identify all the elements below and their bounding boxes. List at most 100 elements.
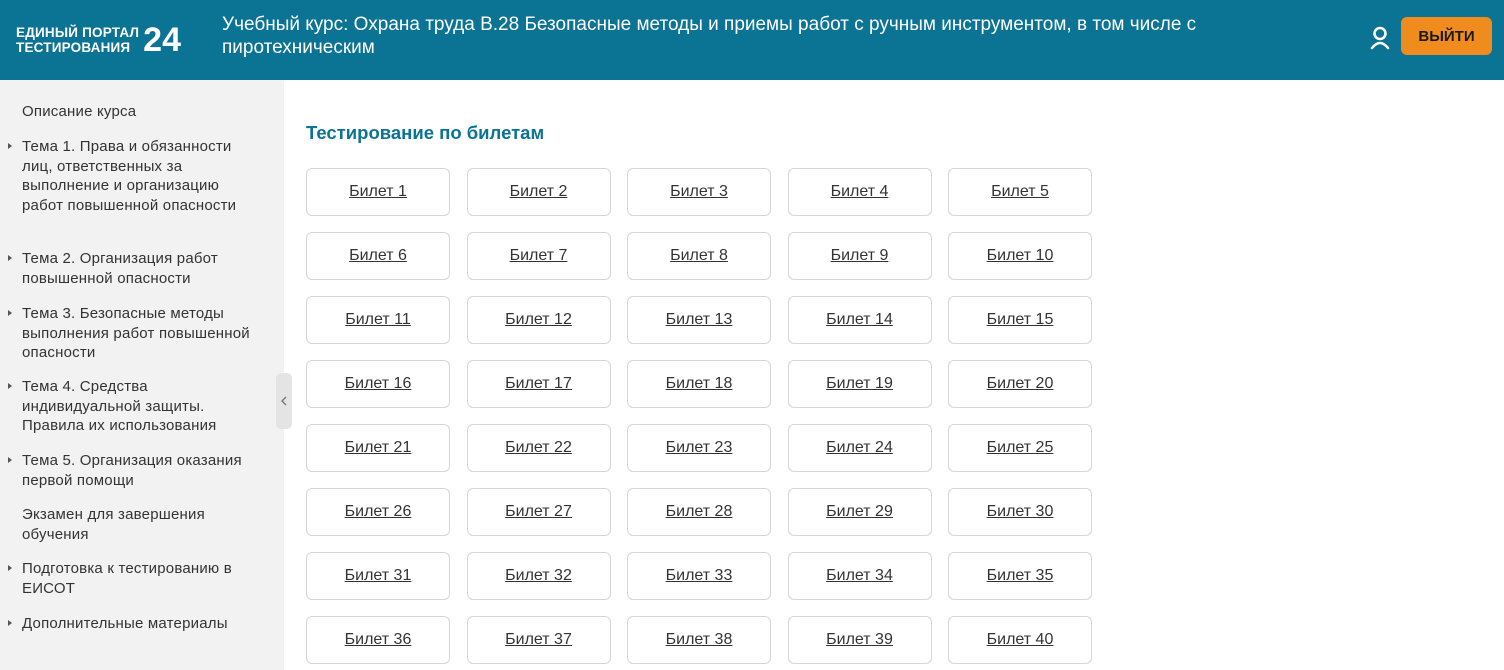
ticket-button[interactable]: Билет 8: [627, 232, 771, 280]
ticket-link[interactable]: Билет 39: [826, 631, 893, 649]
sidebar-item-label: Тема 4. Средства индивидуальной защиты. …: [22, 378, 217, 434]
ticket-button[interactable]: Билет 29: [787, 488, 932, 536]
sidebar-item[interactable]: Описание курса: [0, 102, 272, 122]
ticket-link[interactable]: Билет 8: [670, 247, 728, 265]
ticket-button[interactable]: Билет 33: [627, 552, 771, 600]
ticket-button[interactable]: Билет 6: [306, 232, 450, 280]
portal-logo[interactable]: ЕДИНЫЙ ПОРТАЛ ТЕСТИРОВАНИЯ 24: [16, 20, 181, 60]
ticket-link[interactable]: Билет 27: [505, 503, 572, 521]
sidebar-item[interactable]: Тема 5. Организация оказания первой помо…: [0, 451, 272, 490]
ticket-button[interactable]: Билет 38: [627, 616, 771, 664]
ticket-link[interactable]: Билет 31: [345, 567, 412, 585]
sidebar-collapse-handle[interactable]: [276, 373, 292, 429]
sidebar-item[interactable]: Экзамен для завершения обучения: [0, 505, 272, 544]
ticket-button[interactable]: Билет 22: [466, 424, 611, 472]
ticket-button[interactable]: Билет 5: [948, 168, 1092, 216]
ticket-button[interactable]: Билет 19: [787, 360, 932, 408]
ticket-button[interactable]: Билет 24: [787, 424, 932, 472]
ticket-link[interactable]: Билет 14: [826, 311, 893, 329]
ticket-link[interactable]: Билет 2: [510, 183, 568, 201]
ticket-button[interactable]: Билет 3: [627, 168, 771, 216]
ticket-link[interactable]: Билет 21: [345, 439, 412, 457]
ticket-link[interactable]: Билет 10: [987, 247, 1054, 265]
ticket-link[interactable]: Билет 1: [349, 183, 407, 201]
ticket-button[interactable]: Билет 1: [306, 168, 450, 216]
ticket-link[interactable]: Билет 3: [670, 183, 728, 201]
ticket-link[interactable]: Билет 36: [345, 631, 412, 649]
ticket-button[interactable]: Билет 37: [466, 616, 611, 664]
ticket-button[interactable]: Билет 13: [627, 296, 771, 344]
ticket-button[interactable]: Билет 20: [948, 360, 1092, 408]
ticket-link[interactable]: Билет 38: [666, 631, 733, 649]
ticket-button[interactable]: Билет 10: [948, 232, 1092, 280]
sidebar-item[interactable]: Подготовка к тестированию в ЕИСОТ: [0, 559, 272, 598]
sidebar-item-label: Тема 2. Организация работ повышенной опа…: [22, 250, 218, 287]
ticket-link[interactable]: Билет 11: [345, 311, 411, 329]
ticket-link[interactable]: Билет 4: [831, 183, 889, 201]
ticket-button[interactable]: Билет 9: [787, 232, 932, 280]
ticket-button[interactable]: Билет 36: [306, 616, 450, 664]
ticket-button[interactable]: Билет 12: [466, 296, 611, 344]
ticket-link[interactable]: Билет 34: [826, 567, 893, 585]
ticket-button[interactable]: Билет 2: [466, 168, 611, 216]
ticket-link[interactable]: Билет 20: [987, 375, 1054, 393]
ticket-link[interactable]: Билет 12: [505, 311, 572, 329]
ticket-link[interactable]: Билет 37: [505, 631, 572, 649]
ticket-link[interactable]: Билет 9: [831, 247, 889, 265]
ticket-link[interactable]: Билет 19: [826, 375, 893, 393]
ticket-link[interactable]: Билет 5: [991, 183, 1049, 201]
ticket-button[interactable]: Билет 17: [466, 360, 611, 408]
ticket-button[interactable]: Билет 7: [466, 232, 611, 280]
ticket-link[interactable]: Билет 13: [666, 311, 733, 329]
sidebar-item[interactable]: Дополнительные материалы: [0, 614, 272, 634]
caret-right-icon: [8, 383, 12, 389]
logo-text: ЕДИНЫЙ ПОРТАЛ ТЕСТИРОВАНИЯ: [16, 25, 139, 55]
ticket-button[interactable]: Билет 34: [787, 552, 932, 600]
logout-button[interactable]: ВЫЙТИ: [1401, 17, 1492, 55]
ticket-button[interactable]: Билет 26: [306, 488, 450, 536]
ticket-link[interactable]: Билет 25: [987, 439, 1054, 457]
ticket-button[interactable]: Билет 11: [306, 296, 450, 344]
ticket-link[interactable]: Билет 35: [987, 567, 1054, 585]
ticket-link[interactable]: Билет 7: [510, 247, 568, 265]
ticket-button[interactable]: Билет 35: [948, 552, 1092, 600]
ticket-button[interactable]: Билет 25: [948, 424, 1092, 472]
ticket-button[interactable]: Билет 32: [466, 552, 611, 600]
user-icon[interactable]: [1367, 25, 1393, 51]
ticket-link[interactable]: Билет 26: [345, 503, 412, 521]
sidebar-item-label: Описание курса: [22, 103, 137, 120]
caret-right-icon: [8, 310, 12, 316]
ticket-link[interactable]: Билет 22: [505, 439, 572, 457]
ticket-link[interactable]: Билет 18: [666, 375, 733, 393]
ticket-button[interactable]: Билет 18: [627, 360, 771, 408]
ticket-button[interactable]: Билет 28: [627, 488, 771, 536]
ticket-button[interactable]: Билет 39: [787, 616, 932, 664]
ticket-link[interactable]: Билет 17: [505, 375, 572, 393]
sidebar-item[interactable]: Тема 4. Средства индивидуальной защиты. …: [0, 377, 272, 436]
ticket-link[interactable]: Билет 16: [345, 375, 412, 393]
ticket-button[interactable]: Билет 4: [787, 168, 932, 216]
ticket-button[interactable]: Билет 30: [948, 488, 1092, 536]
ticket-link[interactable]: Билет 29: [826, 503, 893, 521]
ticket-link[interactable]: Билет 23: [666, 439, 733, 457]
ticket-button[interactable]: Билет 31: [306, 552, 450, 600]
ticket-link[interactable]: Билет 6: [349, 247, 407, 265]
ticket-link[interactable]: Билет 40: [987, 631, 1054, 649]
ticket-link[interactable]: Билет 15: [987, 311, 1054, 329]
sidebar-item[interactable]: Тема 2. Организация работ повышенной опа…: [0, 249, 272, 288]
ticket-link[interactable]: Билет 24: [826, 439, 893, 457]
ticket-button[interactable]: Билет 27: [466, 488, 611, 536]
sidebar-item[interactable]: Тема 1. Права и обязанности лиц, ответст…: [0, 137, 272, 215]
ticket-button[interactable]: Билет 23: [627, 424, 771, 472]
ticket-button[interactable]: Билет 15: [948, 296, 1092, 344]
ticket-button[interactable]: Билет 16: [306, 360, 450, 408]
ticket-link[interactable]: Билет 30: [987, 503, 1054, 521]
logo-line-1: ЕДИНЫЙ ПОРТАЛ: [16, 25, 140, 40]
ticket-button[interactable]: Билет 40: [948, 616, 1092, 664]
ticket-link[interactable]: Билет 32: [505, 567, 572, 585]
sidebar-item[interactable]: Тема 3. Безопасные методы выполнения раб…: [0, 304, 272, 363]
ticket-link[interactable]: Билет 33: [666, 567, 733, 585]
ticket-button[interactable]: Билет 21: [306, 424, 450, 472]
ticket-link[interactable]: Билет 28: [666, 503, 733, 521]
ticket-button[interactable]: Билет 14: [787, 296, 932, 344]
